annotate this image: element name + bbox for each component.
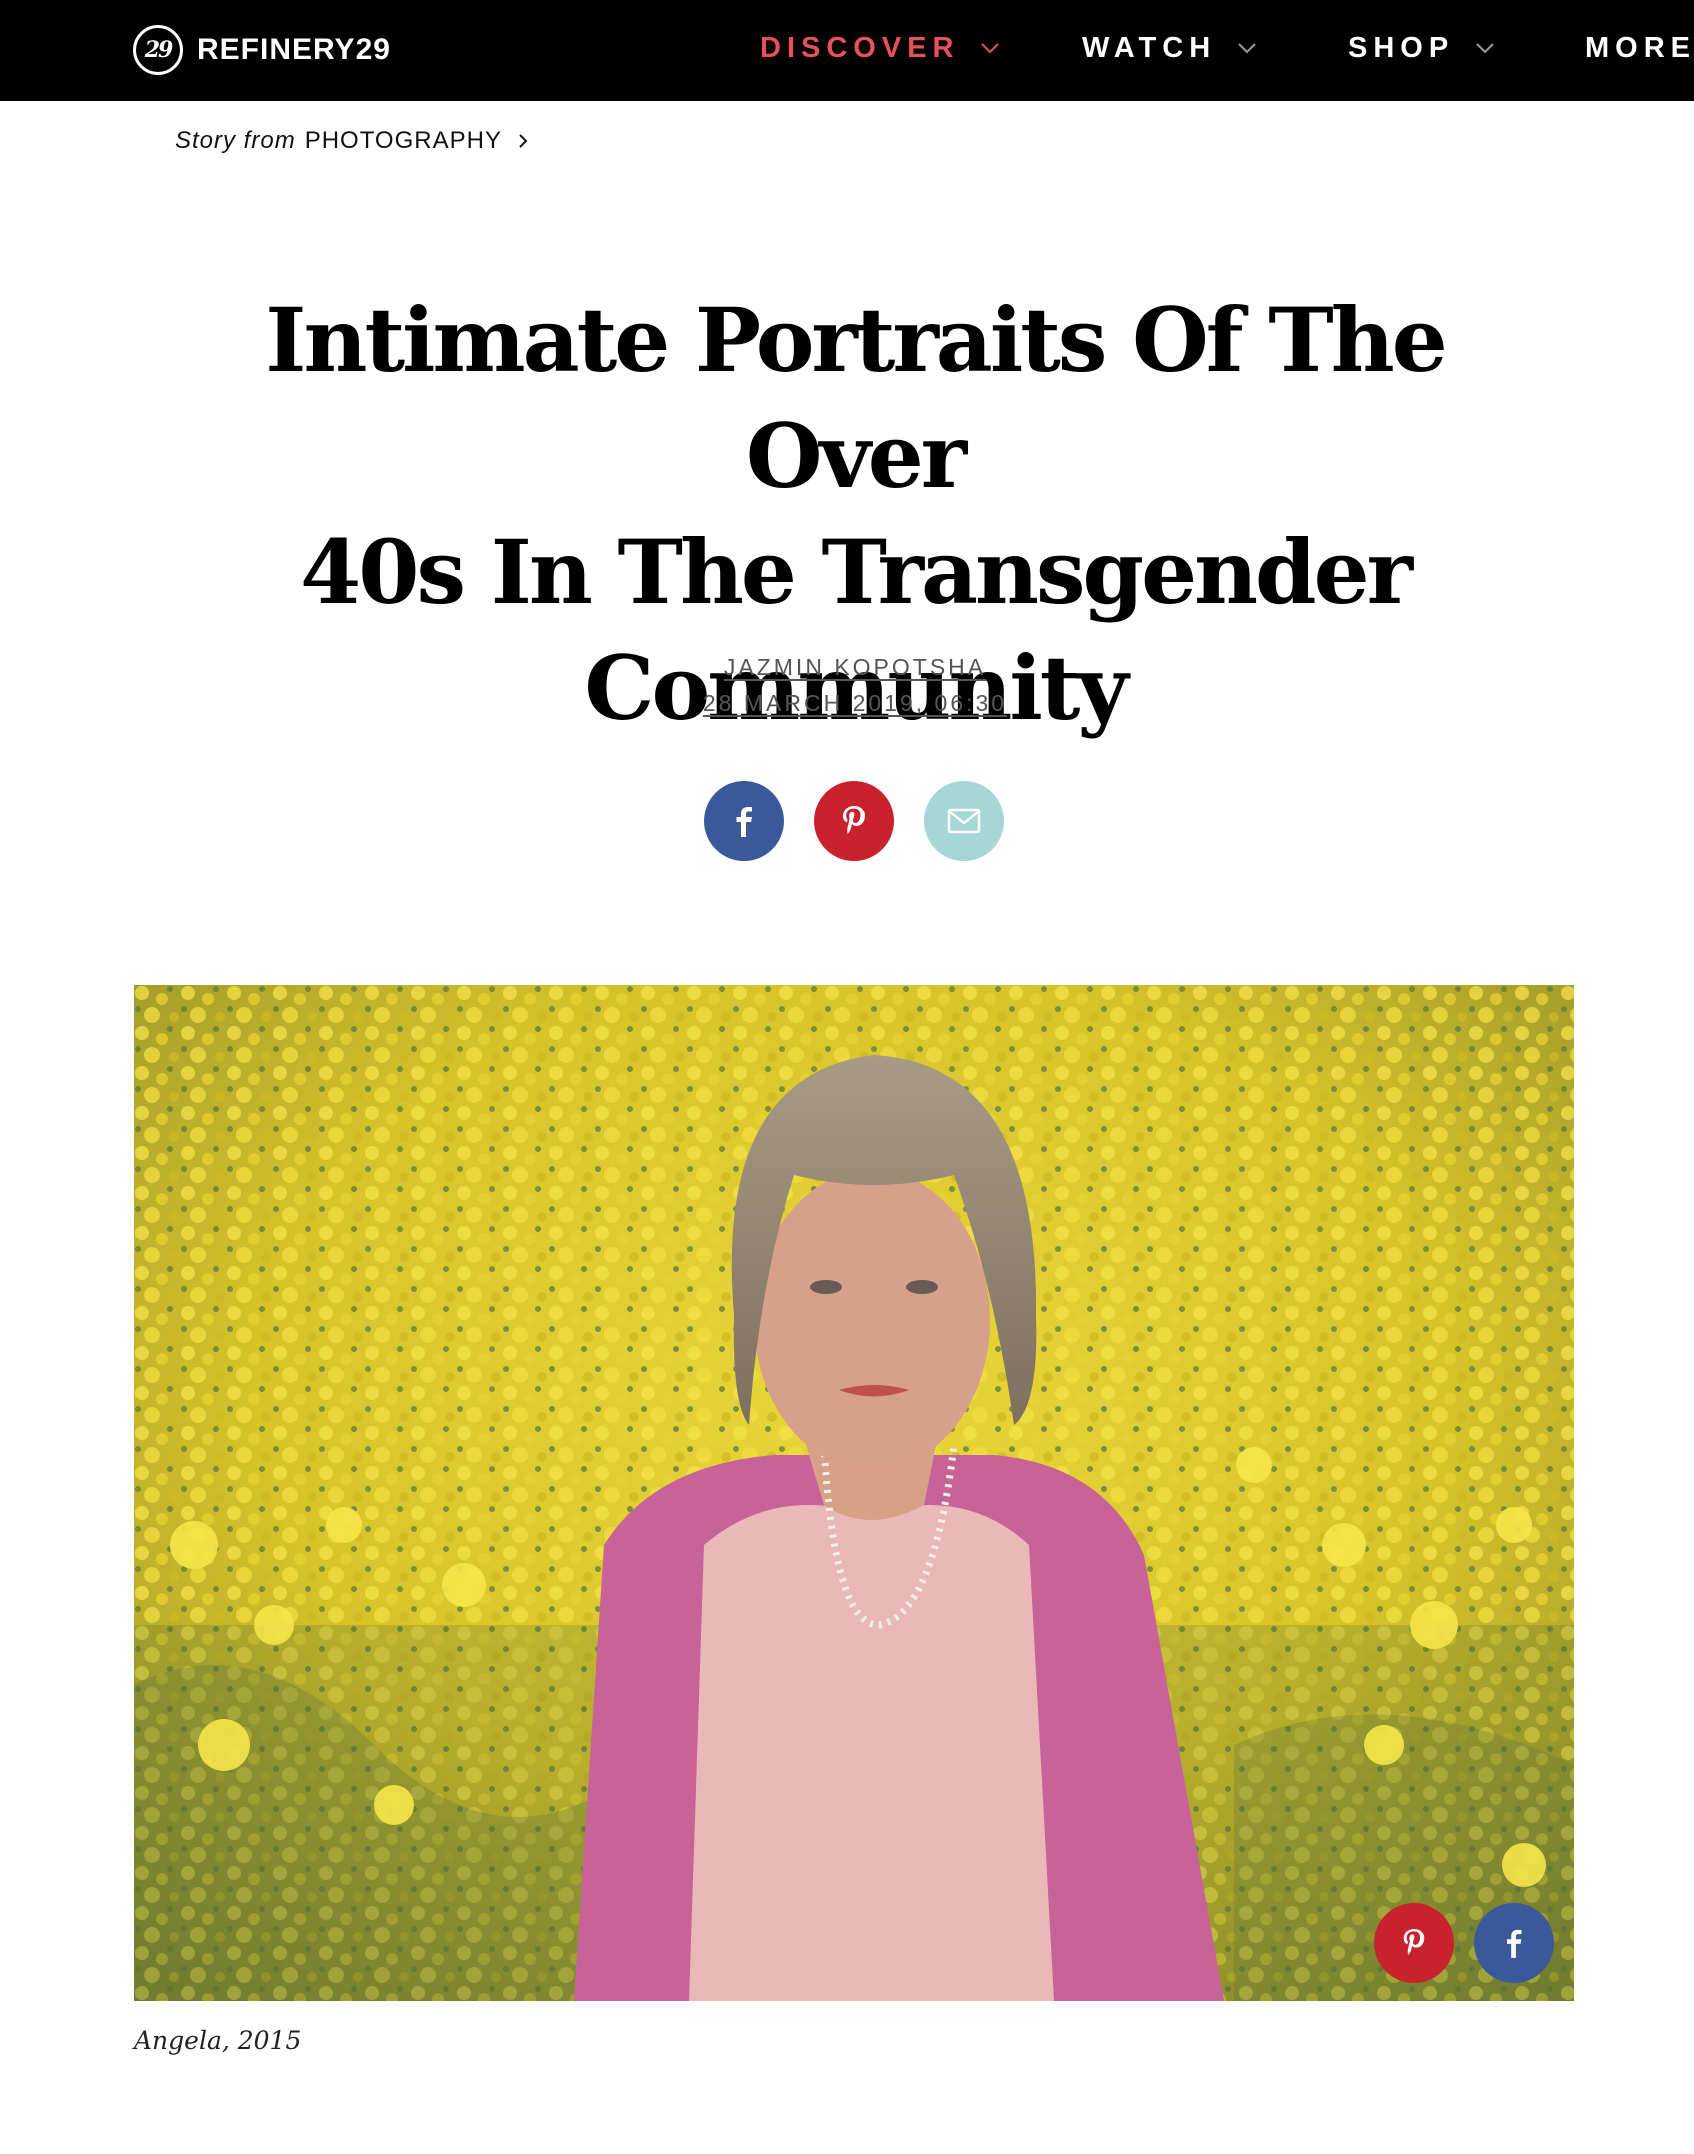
facebook-icon [1507, 1929, 1522, 1958]
headline-line: Intimate Portraits Of The Over [265, 288, 1447, 508]
share-pinterest-button[interactable] [814, 781, 894, 861]
publish-date: 28 MARCH 2019, 06:30 [0, 690, 1694, 717]
chevron-down-icon [1476, 43, 1494, 54]
breadcrumb: Story from PHOTOGRAPHY [175, 124, 530, 158]
hero-photo [134, 985, 1574, 2001]
pinterest-icon [1403, 1929, 1425, 1955]
mail-icon [947, 808, 981, 834]
nav-item-shop[interactable]: SHOP [1348, 28, 1498, 68]
share-facebook-button[interactable] [704, 781, 784, 861]
facebook-icon [736, 807, 752, 837]
chevron-down-icon [981, 43, 1000, 54]
pinterest-icon [843, 806, 865, 834]
photo-pinterest-button[interactable] [1374, 1903, 1454, 1983]
nav-item-watch[interactable]: WATCH [1082, 28, 1260, 68]
author-byline: JAZMIN KOPOTSHA [0, 654, 1694, 681]
breadcrumb-section-link[interactable]: PHOTOGRAPHY [305, 127, 502, 155]
author-link[interactable]: JAZMIN KOPOTSHA [724, 654, 986, 680]
brand-mark-icon: 29 [133, 25, 183, 75]
chevron-down-icon [1238, 43, 1256, 54]
portrait-image [134, 985, 1574, 2001]
headline-line: Community [584, 636, 1128, 740]
publish-date-text: 28 MARCH 2019, 06:30 [702, 690, 1008, 716]
nav-item-label: MORE [1585, 31, 1694, 64]
photo-facebook-button[interactable] [1474, 1903, 1554, 1983]
chevron-right-icon [519, 134, 528, 148]
nav-item-label: DISCOVER [760, 31, 960, 64]
brand-name: REFINERY29 [197, 33, 391, 66]
nav-item-more[interactable]: MORE [1585, 28, 1694, 68]
photo-caption: Angela, 2015 [134, 2026, 302, 2055]
nav-item-label: SHOP [1348, 31, 1455, 64]
site-logo[interactable]: 29 REFINERY29 [133, 22, 391, 78]
breadcrumb-prefix: Story from [175, 127, 296, 154]
share-email-button[interactable] [924, 781, 1004, 861]
nav-item-discover[interactable]: DISCOVER [760, 28, 1003, 68]
top-nav: 29 REFINERY29 DISCOVER WATCH SHOP MORE [0, 0, 1694, 101]
nav-item-label: WATCH [1082, 31, 1217, 64]
headline-line: 40s In The Transgender [300, 520, 1413, 624]
